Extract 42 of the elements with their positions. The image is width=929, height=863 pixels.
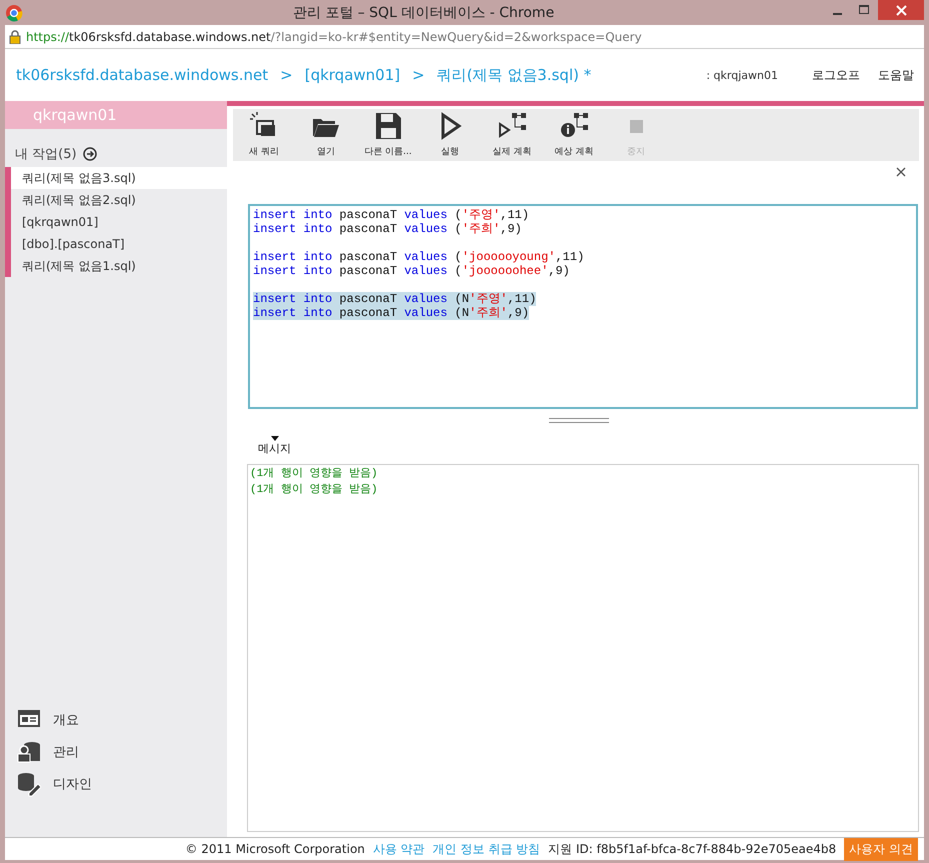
code-line: insert into pasconaT values ('joooooohee',9) (253, 264, 570, 278)
nav-link[interactable]: 디자인 (53, 775, 92, 793)
code-line: insert into pasconaT values ('주희',9) (253, 222, 522, 236)
window-title: 관리 포털 – SQL 데이터베이스 - Chrome (292, 4, 556, 22)
toolbar-button[interactable]: 열기 (295, 109, 357, 161)
code-editor[interactable] (248, 204, 918, 409)
close-button[interactable] (878, 0, 924, 20)
browser-logo-icon (5, 4, 23, 22)
arrow-circle-icon[interactable] (82, 147, 97, 161)
code-line: insert into pasconaT values ('joooooyoung',11) (253, 250, 584, 264)
splitter-handle[interactable] (548, 418, 608, 423)
toolbar-button[interactable]: 예상 계획 (543, 109, 605, 161)
sidebar-item[interactable]: 쿼리(제목 없음3.sql) (5, 167, 227, 189)
header-link[interactable]: 도움말 (878, 66, 914, 84)
user-name: : qkrqjawn01 (706, 68, 778, 82)
nav-link[interactable]: 개요 (53, 711, 79, 729)
sidebar-item[interactable]: 쿼리(제목 없음1.sql) (5, 255, 227, 277)
sidebar-item[interactable]: [qkrqawn01] (5, 211, 227, 233)
lock-icon (9, 30, 21, 44)
toolbar-button[interactable]: 실제 계획 (481, 109, 543, 161)
maximize-icon (859, 5, 870, 15)
sidebar-item[interactable]: 쿼리(제목 없음2.sql) (5, 189, 227, 211)
breadcrumb-separator: > (412, 66, 425, 84)
support-id-text: 지원 ID: f8b5f1af-bfca-8c7f-884b-92e705eae4b8 (548, 840, 836, 858)
database-user-icon[interactable] (17, 739, 41, 765)
message-line: (1개 행이 영향을 받음) (250, 466, 379, 482)
sidebar-item[interactable]: [dbo].[pasconaT] (5, 233, 227, 255)
copyright-text: © 2011 Microsoft Corporation (185, 842, 365, 856)
database-pencil-icon[interactable] (17, 771, 41, 797)
code-line: insert into pasconaT values ('주영',11) (253, 208, 530, 222)
message-line: (1개 행이 영향을 받음) (250, 482, 379, 498)
breadcrumb-separator: > (280, 66, 293, 84)
toolbar-button[interactable]: 새 쿼리 (233, 109, 295, 161)
header-link[interactable]: 로그오프 (812, 66, 860, 84)
close-icon (896, 4, 906, 16)
toolbar-button[interactable]: 실행 (419, 109, 481, 161)
minimize-icon (833, 13, 842, 15)
nav-link[interactable]: 관리 (53, 743, 79, 761)
toolbar-button[interactable]: 다른 이름... (357, 109, 419, 161)
section-heading: 내 작업(5) (15, 146, 77, 163)
messages-tab[interactable]: 메시지 (258, 436, 291, 456)
close-icon[interactable] (896, 167, 906, 177)
